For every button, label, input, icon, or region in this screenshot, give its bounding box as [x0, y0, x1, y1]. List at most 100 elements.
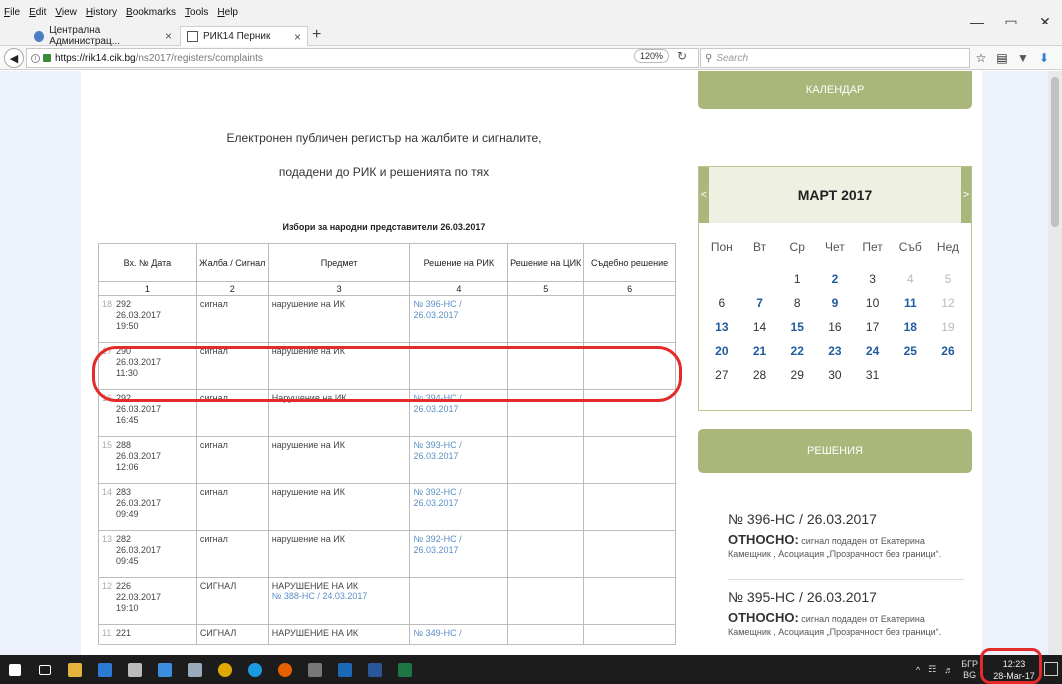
network-icon[interactable]: ☶ — [928, 664, 936, 675]
cik-decision-cell — [507, 342, 585, 390]
calendar-next-button[interactable]: > — [961, 167, 971, 223]
taskbar: ^ ☶ ♬ БГР BG 12:23 28-Mar-17 — [0, 655, 1062, 684]
weekday-label: Съб — [898, 240, 922, 254]
decision-title[interactable]: № 396-НС / 26.03.2017 — [728, 511, 968, 527]
decision-title[interactable]: № 395-НС / 26.03.2017 — [728, 589, 968, 605]
tab-rik14[interactable]: РИК14 Перник × — [180, 26, 308, 46]
menu-bookmarks[interactable]: Bookmarks — [126, 7, 176, 18]
calendar-day[interactable]: 22 — [778, 339, 816, 363]
zoom-indicator[interactable]: 120% — [634, 49, 670, 63]
url-bar[interactable]: i https://rik14.cik.bg /ns2017/registers… — [26, 48, 699, 68]
calendar-day[interactable]: 13 — [703, 315, 741, 339]
scrollbar-thumb[interactable] — [1051, 77, 1059, 227]
tab-label: Централна Администрац... — [49, 25, 121, 47]
menu-file[interactable]: File — [4, 7, 20, 18]
calendar-day[interactable]: 26 — [929, 339, 967, 363]
reload-icon[interactable]: ↻ — [677, 49, 687, 63]
calendar-day[interactable]: 9 — [816, 291, 854, 315]
type-cell: сигнал — [195, 436, 269, 484]
table-row: 12 226 22.03.2017 19:10 СИГНАЛ НАРУШЕНИЕ НА И… — [98, 577, 676, 625]
entry-date: 26.03.2017 — [116, 545, 162, 555]
calendar-day[interactable]: 15 — [778, 315, 816, 339]
excel-icon[interactable] — [390, 655, 420, 684]
calendar-day[interactable]: 2 — [816, 267, 854, 291]
url-path: /ns2017/registers/complaints — [135, 52, 263, 64]
row-index: 18 — [102, 299, 113, 309]
calendar-day[interactable]: 24 — [854, 339, 892, 363]
column-header: Предмет — [267, 243, 411, 282]
tray-chevron-icon[interactable]: ^ — [916, 665, 920, 675]
pocket-icon[interactable]: ▼ — [1014, 48, 1032, 68]
chrome-icon[interactable] — [210, 655, 240, 684]
reading-list-icon[interactable]: ▤ — [993, 48, 1011, 68]
notifications-icon[interactable] — [1044, 662, 1058, 676]
calendar-day[interactable]: 11 — [891, 291, 929, 315]
rik-decision-link[interactable]: № 392-НС / — [413, 487, 504, 498]
decision-divider — [728, 579, 964, 580]
app-icon[interactable] — [150, 655, 180, 684]
word-icon[interactable] — [360, 655, 390, 684]
cik-decision-cell — [507, 577, 585, 625]
rik-decision-date[interactable]: 26.03.2017 — [413, 545, 504, 556]
complaints-table: Вх. № Дата Жалба / Сигнал Предмет Решени… — [98, 243, 676, 645]
election-title: Избори за народни представители 26.03.20… — [282, 222, 486, 232]
calendar-day[interactable]: 20 — [703, 339, 741, 363]
windows-start-icon[interactable] — [0, 655, 30, 684]
menu-edit[interactable]: Edit — [29, 7, 46, 18]
close-tab-icon[interactable]: × — [165, 29, 172, 43]
new-tab-button[interactable]: + — [312, 26, 321, 44]
calendar-day[interactable]: 23 — [816, 339, 854, 363]
rik-decision-date[interactable]: 26.03.2017 — [413, 498, 504, 509]
rik-decision-link[interactable]: № 393-НС / — [413, 440, 504, 451]
home-icon[interactable]: ⌂ — [1056, 48, 1062, 68]
back-button[interactable]: ◀ — [4, 48, 24, 68]
calculator-icon[interactable] — [120, 655, 150, 684]
menu-tools[interactable]: Tools — [185, 7, 208, 18]
calendar-day[interactable]: 25 — [891, 339, 929, 363]
rik-decision-cell: № 392-НС /26.03.2017 — [409, 530, 509, 578]
rik-decision-date[interactable]: 26.03.2017 — [413, 451, 504, 462]
menu-view[interactable]: View — [55, 7, 77, 18]
rik-decision-link[interactable]: № 396-НС / — [413, 299, 504, 310]
bookmark-star-icon[interactable]: ☆ — [972, 48, 990, 68]
firefox-icon[interactable] — [270, 655, 300, 684]
store-icon[interactable] — [90, 655, 120, 684]
volume-icon[interactable]: ♬ — [944, 665, 953, 675]
rik-decision-link[interactable]: № 392-НС / — [413, 534, 504, 545]
court-decision-cell — [583, 436, 676, 484]
type-cell: сигнал — [195, 389, 269, 437]
search-input[interactable]: ⚲ Search — [700, 48, 970, 68]
calendar-prev-button[interactable]: < — [699, 167, 709, 223]
decision-item[interactable]: № 396-НС / 26.03.2017 ОТНОСНО: сигнал по… — [728, 511, 968, 561]
calendar-day[interactable]: 21 — [741, 339, 779, 363]
calendar-day[interactable]: 7 — [741, 291, 779, 315]
task-view-icon[interactable] — [30, 655, 60, 684]
column-number: 1 — [98, 281, 197, 296]
rik-decision-link[interactable]: № 394-НС / — [413, 393, 504, 404]
paint-icon[interactable] — [180, 655, 210, 684]
page-scrollbar[interactable] — [1048, 71, 1062, 655]
file-explorer-icon[interactable] — [60, 655, 90, 684]
decision-item[interactable]: № 395-НС / 26.03.2017 ОТНОСНО: сигнал по… — [728, 589, 968, 639]
calendar-day: 4 — [906, 272, 914, 286]
calendar-day[interactable]: 18 — [891, 315, 929, 339]
tab-central-admin[interactable]: Централна Администрац... × — [28, 25, 178, 47]
menu-bar: File Edit View History Bookmarks Tools H… — [0, 0, 1062, 24]
close-tab-icon[interactable]: × — [294, 30, 301, 44]
rik-decision-date[interactable]: 26.03.2017 — [413, 404, 504, 415]
menu-history[interactable]: History — [86, 7, 117, 18]
language-indicator[interactable]: БГР BG — [961, 659, 978, 681]
info-icon[interactable]: i — [31, 53, 40, 63]
rik-decision-link[interactable]: № 349-НС / — [413, 628, 504, 639]
app-icon[interactable] — [300, 655, 330, 684]
table-row: 13 282 26.03.2017 09:45 сигнал нарушение на И… — [98, 530, 676, 578]
cik-decision-cell — [507, 483, 585, 531]
rik-decision-cell: № 396-НС /26.03.2017 — [409, 295, 509, 343]
subject-decision-link[interactable]: № 388-НС / 24.03.2017 — [272, 591, 407, 602]
menu-help[interactable]: Help — [217, 7, 238, 18]
content-column: Електронен публичен регистър на жалбите … — [81, 71, 982, 655]
rik-decision-date[interactable]: 26.03.2017 — [413, 310, 504, 321]
download-icon[interactable]: ⬇ — [1035, 48, 1053, 68]
outlook-icon[interactable] — [330, 655, 360, 684]
skype-icon[interactable] — [240, 655, 270, 684]
